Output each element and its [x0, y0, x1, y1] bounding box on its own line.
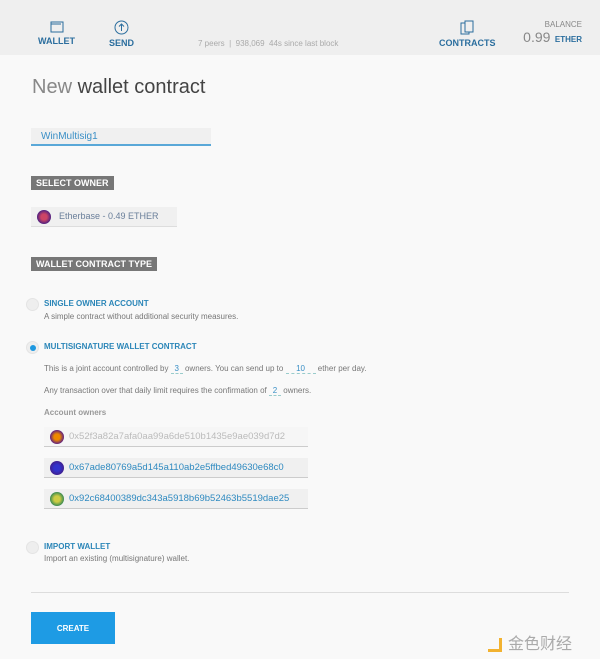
select-owner-heading: SELECT OWNER: [31, 176, 114, 190]
block-number: 938,069: [235, 39, 265, 48]
radio-import-wallet[interactable]: [26, 541, 39, 554]
last-block-time: 44s since last block: [269, 39, 339, 48]
nav-send-label: SEND: [109, 38, 135, 48]
text: This is a joint account controlled by: [44, 364, 169, 373]
wallet-name-input[interactable]: [31, 128, 211, 146]
page-title: New wallet contract: [32, 76, 205, 99]
text: ether per day.: [317, 364, 367, 373]
nav-wallet[interactable]: WALLET: [38, 20, 75, 46]
single-owner-desc: A simple contract without additional sec…: [44, 312, 239, 321]
nav-wallet-label: WALLET: [38, 36, 75, 46]
identicon: [50, 492, 64, 506]
title-bold: wallet contract: [77, 76, 206, 98]
text: Any transaction over that daily limit re…: [44, 386, 267, 395]
contract-type-heading: WALLET CONTRACT TYPE: [31, 257, 157, 271]
text: owners.: [283, 386, 312, 395]
owner-address: 0x52f3a82a7afa0aa99a6de510b1435e9ae039d7…: [69, 431, 286, 442]
send-icon: [114, 20, 129, 35]
account-owners-label: Account owners: [44, 408, 107, 417]
wallet-icon: [50, 21, 63, 33]
balance-value: 0.99: [523, 29, 551, 45]
multisig-line1: This is a joint account controlled by 3 …: [44, 364, 367, 374]
import-wallet-desc: Import an existing (multisignature) wall…: [44, 554, 190, 563]
owner-select[interactable]: Etherbase - 0.49 ETHER: [31, 207, 177, 227]
identicon: [50, 461, 64, 475]
peers-count: 7 peers: [198, 39, 225, 48]
text: owners. You can send up to: [184, 364, 284, 373]
radio-multisig[interactable]: [26, 341, 39, 354]
single-owner-title[interactable]: SINGLE OWNER ACCOUNT: [44, 299, 149, 308]
contracts-icon: [460, 20, 474, 35]
owner-address-input[interactable]: 0x92c68400389dc343a5918b69b52463b5519dae…: [44, 489, 308, 509]
multisig-line2: Any transaction over that daily limit re…: [44, 386, 311, 396]
owner-address: 0x92c68400389dc343a5918b69b52463b5519dae…: [69, 493, 290, 504]
import-wallet-title[interactable]: IMPORT WALLET: [44, 542, 110, 551]
top-bar: WALLET SEND 7 peers | 938,069 44s since …: [0, 0, 600, 55]
watermark-logo-icon: [488, 637, 502, 652]
nav-contracts-label: CONTRACTS: [439, 38, 496, 48]
divider: [31, 592, 569, 593]
confirmations-input[interactable]: 2: [269, 386, 282, 396]
daily-limit-input[interactable]: 10: [285, 364, 316, 374]
owner-address-input[interactable]: 0x52f3a82a7afa0aa99a6de510b1435e9ae039d7…: [44, 427, 308, 447]
owner-address: 0x67ade80769a5d145a110ab2e5ffbed49630e68…: [69, 462, 284, 473]
owners-count-input[interactable]: 3: [170, 364, 183, 374]
balance: BALANCE 0.99 ETHER: [523, 20, 582, 47]
nav-send[interactable]: SEND: [109, 20, 134, 48]
create-button[interactable]: CREATE: [31, 612, 115, 644]
radio-single-owner[interactable]: [26, 298, 39, 311]
title-light: New: [32, 76, 73, 98]
nav-contracts[interactable]: CONTRACTS: [439, 20, 496, 48]
watermark-text: 金色财经: [508, 636, 573, 653]
owner-select-value: Etherbase - 0.49 ETHER: [59, 211, 159, 221]
balance-label: BALANCE: [544, 20, 582, 29]
identicon: [37, 210, 51, 224]
owner-address-input[interactable]: 0x67ade80769a5d145a110ab2e5ffbed49630e68…: [44, 458, 308, 478]
balance-unit: ETHER: [554, 35, 582, 44]
network-status: 7 peers | 938,069 44s since last block: [198, 39, 339, 48]
multisig-title[interactable]: MULTISIGNATURE WALLET CONTRACT: [44, 342, 197, 351]
watermark: 金色财经: [488, 630, 572, 654]
identicon: [50, 430, 64, 444]
